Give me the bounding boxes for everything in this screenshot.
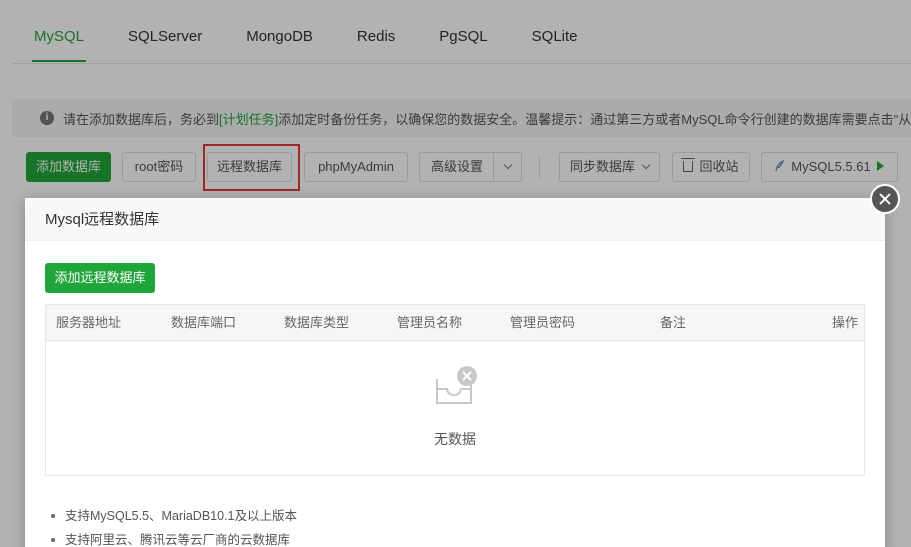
add-remote-database-button[interactable]: 添加远程数据库: [45, 263, 155, 293]
col-admin-password: 管理员密码: [510, 315, 576, 330]
remote-db-table: 服务器地址 数据库端口 数据库类型 管理员名称 管理员密码 备注 操作 无数据: [45, 304, 865, 476]
empty-box-icon: [436, 366, 477, 404]
col-admin-name: 管理员名称: [397, 315, 463, 330]
col-db-type: 数据库类型: [284, 315, 350, 330]
note-item: 支持阿里云、腾讯云等云厂商的云数据库: [51, 528, 297, 547]
table-header: 服务器地址 数据库端口 数据库类型 管理员名称 管理员密码 备注 操作: [46, 305, 864, 341]
modal-title: Mysql远程数据库: [25, 198, 885, 241]
col-db-port: 数据库端口: [171, 315, 237, 330]
close-icon[interactable]: [870, 184, 900, 214]
remote-database-modal: Mysql远程数据库 添加远程数据库 服务器地址 数据库端口 数据库类型 管理员…: [25, 198, 885, 547]
col-server-address: 服务器地址: [56, 315, 122, 330]
col-remark: 备注: [660, 315, 687, 330]
note-item: 支持MySQL5.5、MariaDB10.1及以上版本: [51, 504, 297, 528]
col-actions: 操作: [832, 315, 859, 330]
support-notes: 支持MySQL5.5、MariaDB10.1及以上版本 支持阿里云、腾讯云等云厂…: [51, 504, 297, 547]
empty-state: 无数据: [46, 341, 864, 475]
empty-state-text: 无数据: [434, 431, 476, 447]
